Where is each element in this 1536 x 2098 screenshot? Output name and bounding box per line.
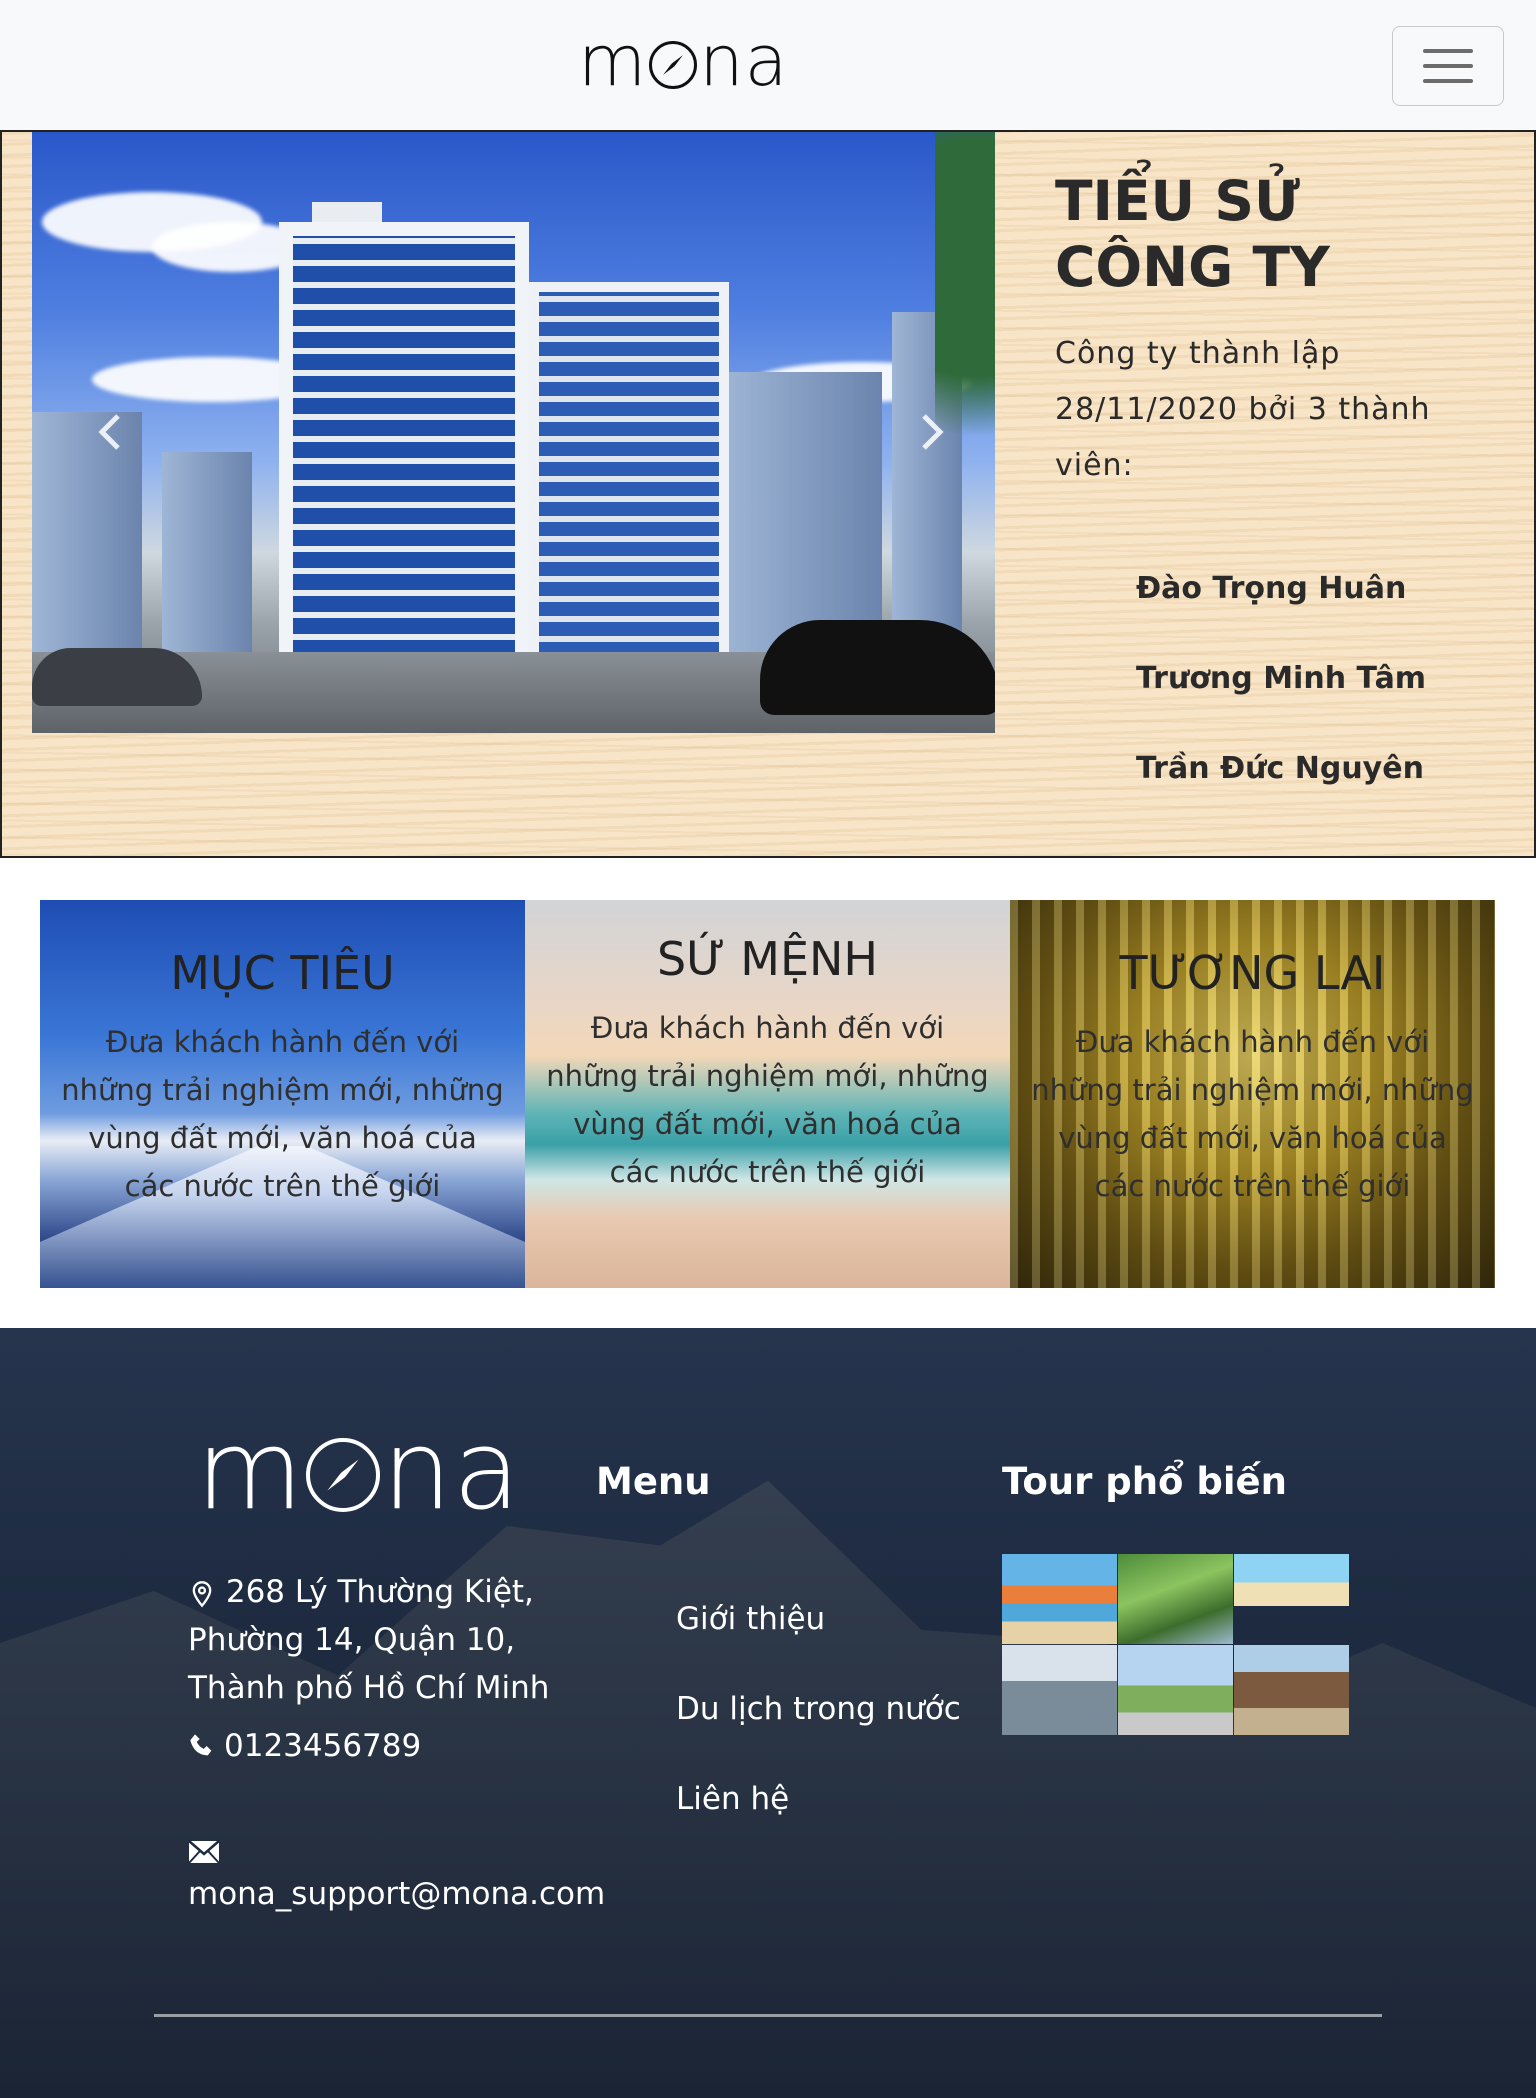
company-history-title: TIỂU SỬ CÔNG TY [1055,169,1330,299]
future-card: TƯƠNG LAI Đưa khách hành đến với những t… [1010,900,1495,1288]
tour-thumbnail[interactable] [1234,1554,1349,1606]
future-card-text: Đưa khách hành đến với những trải nghiệm… [1031,1025,1474,1203]
footer: m na 268 Lý Thường Kiệt, Phường 14, Quận … [0,1328,1536,2098]
compass-icon [649,41,698,89]
footer-address: 268 Lý Thường Kiệt, Phường 14, Quận 10, … [188,1568,588,1712]
menu-toggle-button[interactable] [1392,26,1504,106]
goal-card: MỤC TIÊU Đưa khách hành đến với những tr… [40,900,525,1288]
footer-email[interactable]: mona_support@mona.com [188,1876,605,1912]
mission-card-text: Đưa khách hành đến với những trải nghiệm… [546,1011,989,1189]
mission-card: SỨ MỆNH Đưa khách hành đến với những trả… [525,900,1010,1288]
tour-thumbnail[interactable] [1118,1645,1233,1735]
phone-icon [190,1734,212,1756]
carousel-next-button[interactable] [902,402,962,462]
popular-tours-gallery [1002,1554,1350,1735]
mission-card-title: SỨ MỆNH [656,932,879,986]
footer-menu-item-contact[interactable]: Liên hệ [676,1754,961,1844]
company-history-section: TIỂU SỬ CÔNG TY Công ty thành lập 28/11/… [0,130,1536,858]
location-pin-icon [192,1580,212,1607]
compass-icon [306,1438,381,1512]
navbar: m na [0,0,1536,130]
footer-menu-title: Menu [596,1460,711,1503]
footer-menu-item-about[interactable]: Giới thiệu [676,1574,961,1664]
member-name: Trần Đức Nguyên [1136,751,1424,786]
footer-menu: Giới thiệu Du lịch trong nước Liên hệ [676,1574,961,1844]
values-section: MỤC TIÊU Đưa khách hành đến với những tr… [40,900,1496,1288]
brand-logo-text: m na [578,20,789,102]
chevron-right-icon [922,414,944,450]
carousel-prev-button[interactable] [80,402,140,462]
company-carousel[interactable] [32,132,995,733]
footer-divider [154,2014,1382,2017]
popular-tours-title: Tour phổ biến [1002,1460,1287,1503]
footer-phone-text: 0123456789 [224,1728,422,1764]
member-name: Trương Minh Tâm [1136,661,1427,696]
company-history-text: Công ty thành lập 28/11/2020 bởi 3 thành… [1055,336,1431,483]
footer-menu-item-domestic-travel[interactable]: Du lịch trong nước [676,1664,961,1754]
member-name: Đào Trọng Huân [1136,571,1407,606]
goal-card-title: MỤC TIÊU [170,946,395,1000]
tour-thumbnail[interactable] [1002,1554,1117,1644]
footer-phone[interactable]: 0123456789 [188,1728,421,1764]
footer-logo[interactable]: m na [196,1406,522,1534]
tour-thumbnail[interactable] [1118,1554,1233,1644]
members-list: Đào Trọng Huân Trương Minh Tâm Trần Đức … [1136,544,1426,814]
building-image [279,222,529,692]
hamburger-icon [1423,49,1473,53]
goal-card-text: Đưa khách hành đến với những trải nghiệm… [61,1025,504,1203]
footer-logo-text: m na [196,1406,522,1534]
chevron-left-icon [98,414,120,450]
tour-thumbnail[interactable] [1002,1645,1117,1735]
future-card-title: TƯƠNG LAI [1119,946,1386,1000]
envelope-icon [188,1840,220,1864]
tour-thumbnail[interactable] [1234,1645,1349,1735]
footer-address-text: 268 Lý Thường Kiệt, Phường 14, Quận 10, … [188,1574,550,1706]
brand-logo[interactable]: m na [578,26,808,96]
